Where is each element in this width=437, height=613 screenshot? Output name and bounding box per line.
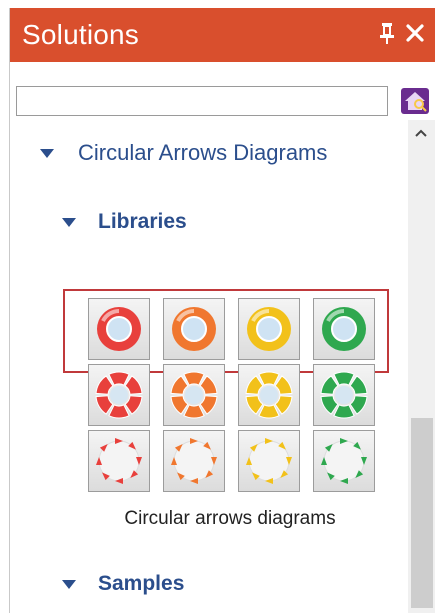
- expand-caret-icon[interactable]: [40, 148, 54, 158]
- solutions-tree: Circular Arrows Diagrams Libraries Circu…: [10, 120, 408, 613]
- pin-icon[interactable]: [379, 21, 395, 51]
- scroll-thumb[interactable]: [411, 418, 433, 608]
- expand-caret-icon[interactable]: [62, 579, 76, 589]
- tree-item-circular-arrows-diagrams[interactable]: Circular Arrows Diagrams: [40, 140, 327, 166]
- samples-label: Samples: [98, 572, 185, 595]
- category-label: Circular Arrows Diagrams: [78, 140, 328, 165]
- library-caption[interactable]: Circular arrows diagrams: [10, 508, 408, 530]
- expand-caret-icon[interactable]: [62, 217, 76, 227]
- yellow-ring-icon[interactable]: [238, 298, 300, 360]
- libraries-label: Libraries: [98, 210, 187, 233]
- tree-item-libraries[interactable]: Libraries: [62, 210, 187, 234]
- search-input[interactable]: [16, 86, 388, 116]
- panel-title: Solutions: [22, 19, 139, 50]
- red-segmented-ring-icon[interactable]: [88, 364, 150, 426]
- scroll-up-icon[interactable]: [413, 126, 429, 140]
- vertical-scrollbar[interactable]: [408, 120, 435, 613]
- green-segmented-ring-icon[interactable]: [313, 364, 375, 426]
- panel-titlebar: Solutions: [10, 8, 435, 62]
- orange-ring-icon[interactable]: [163, 298, 225, 360]
- orange-arrow-circle-icon[interactable]: [163, 430, 225, 492]
- close-icon[interactable]: [405, 19, 425, 50]
- solutions-panel: Solutions Circular Arrows Diagrams Libra…: [9, 8, 435, 613]
- red-arrow-circle-icon[interactable]: [88, 430, 150, 492]
- green-arrow-circle-icon[interactable]: [313, 430, 375, 492]
- yellow-arrow-circle-icon[interactable]: [238, 430, 300, 492]
- red-ring-icon[interactable]: [88, 298, 150, 360]
- yellow-segmented-ring-icon[interactable]: [238, 364, 300, 426]
- green-ring-icon[interactable]: [313, 298, 375, 360]
- tree-item-samples[interactable]: Samples: [62, 572, 184, 596]
- search-icon[interactable]: [400, 87, 430, 115]
- orange-segmented-ring-icon[interactable]: [163, 364, 225, 426]
- search-row: [10, 62, 435, 120]
